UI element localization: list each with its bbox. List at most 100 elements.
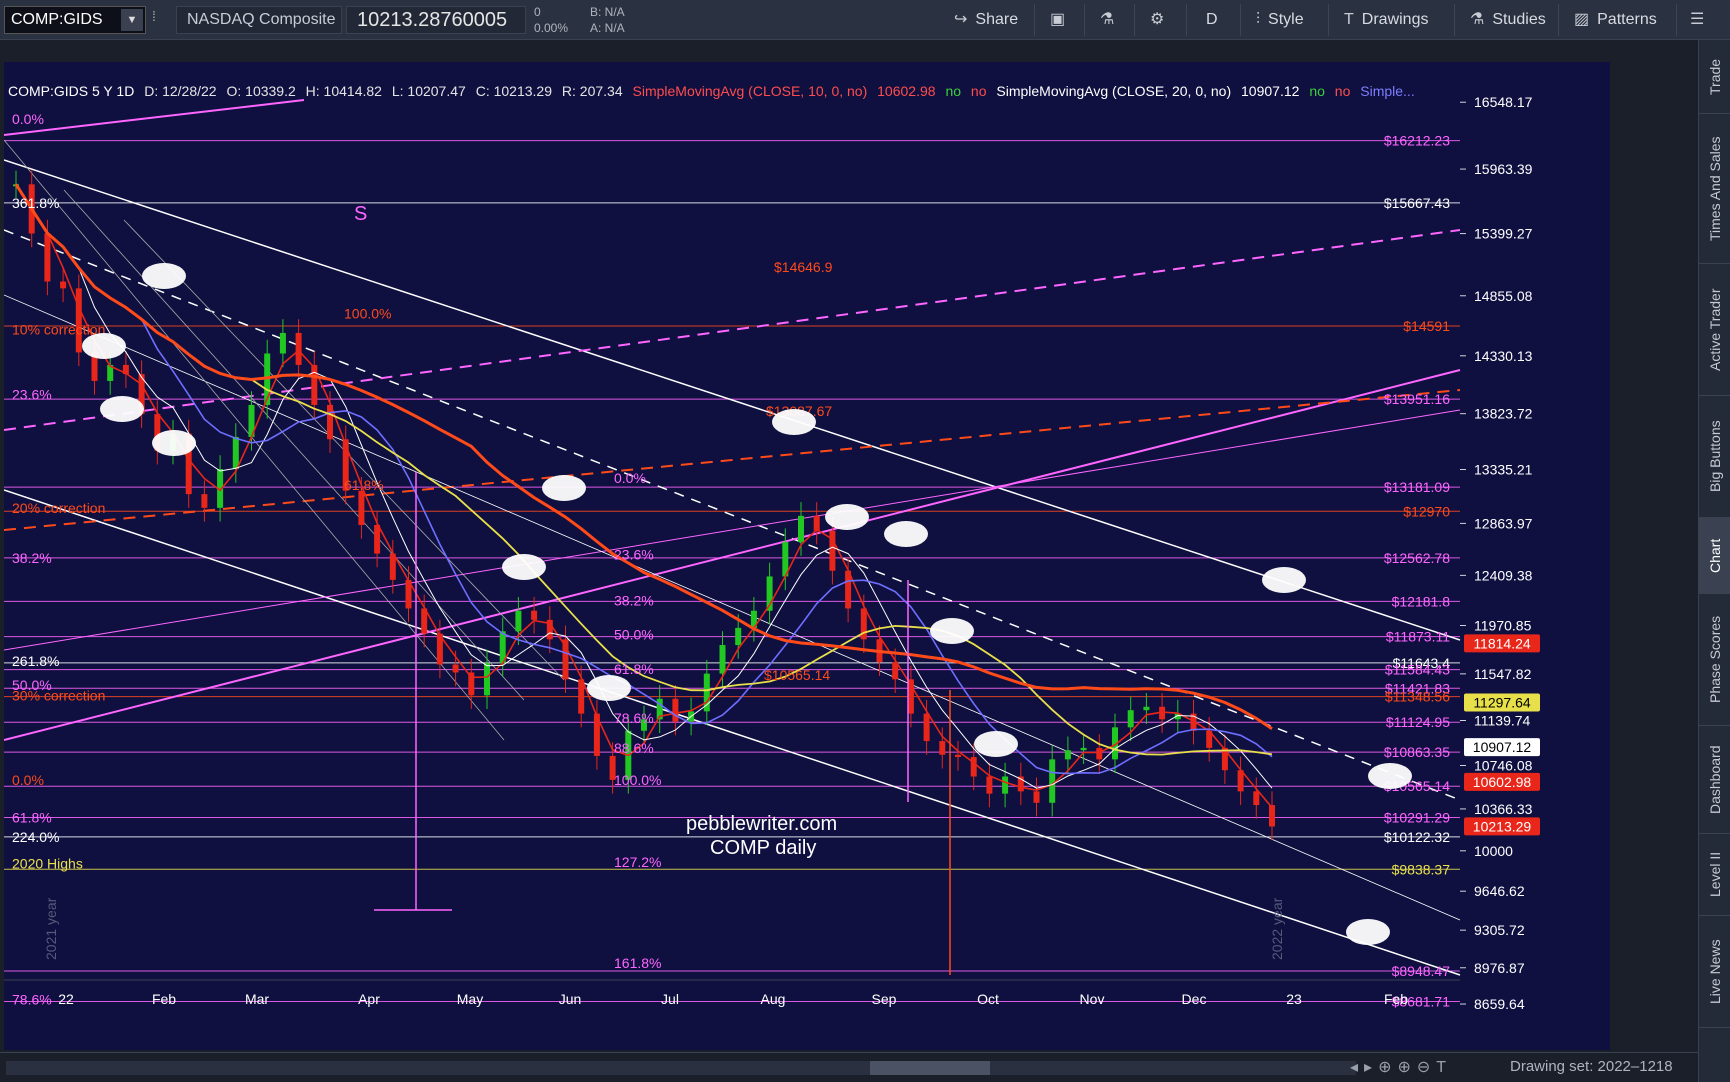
candle-body [484, 663, 490, 696]
x-tick-label: 23 [1286, 991, 1302, 1007]
style-label: Style [1268, 11, 1304, 28]
study-header: COMP:GIDS 5 Y 1D D: 12/28/22 O: 10339.2 … [8, 80, 1614, 102]
period-button[interactable]: D [1206, 6, 1218, 34]
x-tick-label: Dec [1182, 991, 1207, 1007]
x-tick-label: May [457, 991, 483, 1007]
price-chart[interactable]: 16548.17 15963.39 15399.27 14855.08 14330.13… [4, 40, 1698, 1050]
level-label: $13951.16 [1384, 391, 1450, 407]
scroll-left-icon[interactable]: ◂ [1350, 1059, 1364, 1076]
link-icon[interactable]: ⁞ [152, 8, 166, 32]
side-tab-dashboard[interactable]: Dashboard [1699, 726, 1730, 834]
fib-label-mid: 38.2% [614, 592, 654, 608]
annotation-price: $14646.9 [774, 259, 833, 275]
menu-button[interactable]: ☰ [1690, 6, 1704, 34]
sma10-flag1: no [945, 83, 962, 99]
watermark-title: COMP daily [710, 837, 816, 859]
studies-label: Studies [1492, 11, 1546, 28]
side-tab-big-buttons[interactable]: Big Buttons [1699, 396, 1730, 518]
level-label: $16212.23 [1384, 133, 1450, 149]
candle-body [735, 627, 742, 646]
change-value: 0 [534, 5, 541, 19]
settings-button[interactable]: ⚙ [1150, 6, 1164, 34]
side-tab-phase-scores[interactable]: Phase Scores [1699, 594, 1730, 726]
fib-label-mid: 100.0% [344, 306, 391, 322]
zoom-controls[interactable]: ◂▸⊕⊕⊖T [1350, 1057, 1452, 1077]
marker-ellipse [884, 521, 928, 547]
fib-label-left: 20% correction [12, 500, 105, 516]
share-icon: ↪ [954, 11, 968, 28]
candle-body [829, 530, 836, 571]
style-icon: ⫶ [1256, 11, 1261, 28]
candle-body [813, 515, 820, 531]
level-label: $11348.56 [1385, 689, 1450, 705]
drawings-button[interactable]: T Drawings [1344, 6, 1428, 34]
watermark-site: pebblewriter.com [686, 813, 837, 835]
side-tab-level-ii[interactable]: Level II [1699, 834, 1730, 916]
time-scrollbar[interactable] [6, 1061, 1356, 1075]
candle-body [970, 757, 977, 777]
patterns-button[interactable]: ▨ Patterns [1574, 6, 1657, 34]
level-label: $12970 [1403, 503, 1450, 519]
trend-line [4, 99, 305, 136]
side-tab-active-trader[interactable]: Active Trader [1699, 264, 1730, 396]
sma10-value: 10602.98 [877, 83, 936, 99]
fib-label-mid: 0.0% [614, 470, 646, 486]
x-tick-label: Sep [872, 991, 897, 1007]
bid-value: B: N/A [590, 5, 625, 19]
y-tick-label: 14855.08 [1474, 288, 1533, 304]
study-symbol: COMP:GIDS 5 Y 1D [8, 83, 135, 99]
share-button[interactable]: ↪ Share [954, 6, 1018, 34]
x-tick-label: Aug [761, 991, 786, 1007]
scroll-right-icon[interactable]: ▸ [1364, 1059, 1378, 1076]
level-label: $8948.47 [1392, 963, 1451, 979]
sma20-name: SimpleMovingAvg (CLOSE, 20, 0, no) [996, 83, 1232, 99]
fib-label-mid: 61.8% [344, 477, 384, 493]
study-range: R: 207.34 [561, 83, 623, 99]
flask-button[interactable]: ⚗ [1100, 6, 1114, 34]
candle-body [232, 436, 239, 469]
level-label: $10291.29 [1384, 810, 1450, 826]
period-label: D [1206, 11, 1218, 28]
side-tab-trade[interactable]: Trade [1699, 40, 1730, 114]
x-tick-label: Mar [245, 991, 269, 1007]
candle-body [719, 645, 726, 674]
side-tab-times-and-sales[interactable]: Times And Sales [1699, 114, 1730, 264]
fib-label-left: 30% correction [12, 687, 105, 703]
annotation-s: S [354, 203, 367, 225]
y-tick-label: 12409.38 [1474, 567, 1533, 583]
studies-icon: ⚗ [1470, 11, 1485, 28]
chart-settings-button[interactable]: ▣ [1050, 6, 1065, 34]
y-tick-label: 9646.62 [1474, 883, 1525, 899]
fib-label-mid: 161.8% [614, 955, 661, 971]
zoom-in-icon[interactable]: ⊕ [1397, 1059, 1416, 1076]
flask-icon: ⚗ [1100, 11, 1115, 28]
side-tab-live-news[interactable]: Live News [1699, 916, 1730, 1028]
side-tab-chart[interactable]: Chart [1699, 518, 1730, 594]
candle-body [44, 233, 51, 282]
time-scrollbar-thumb[interactable] [870, 1061, 990, 1075]
studies-button[interactable]: ⚗ Studies [1470, 6, 1546, 34]
patterns-icon: ▨ [1574, 11, 1590, 28]
pan-icon[interactable]: ⊕ [1378, 1059, 1397, 1076]
level-label: $11584.43 [1385, 662, 1450, 678]
level-label: $13181.09 [1384, 479, 1450, 495]
bid-ask-box: B: N/A A: N/A [586, 4, 666, 36]
style-button[interactable]: ⫶ Style [1256, 6, 1304, 34]
zoom-out-icon[interactable]: ⊖ [1417, 1059, 1436, 1076]
y-tick-label: 11970.85 [1474, 617, 1532, 633]
text-icon[interactable]: T [1436, 1059, 1452, 1076]
x-tick-label: Jul [661, 991, 679, 1007]
chart-svg[interactable]: 16548.1715963.3915399.2714855.0814330.13… [4, 40, 1698, 1052]
candle-body [672, 698, 679, 722]
marker-ellipse [587, 675, 631, 701]
price-badge-label: 10213.29 [1473, 818, 1532, 834]
sma200-line [14, 183, 1273, 731]
candle-body [986, 776, 993, 794]
symbol-input[interactable]: COMP:GIDS ▼ [4, 6, 146, 34]
chevron-down-icon[interactable]: ▼ [121, 9, 143, 31]
candle-body [1269, 805, 1275, 827]
fib-label-left: 0.0% [12, 772, 44, 788]
level-label: $10122.32 [1384, 829, 1450, 845]
y-tick-label: 10000 [1474, 843, 1513, 859]
marker-ellipse [542, 475, 586, 501]
